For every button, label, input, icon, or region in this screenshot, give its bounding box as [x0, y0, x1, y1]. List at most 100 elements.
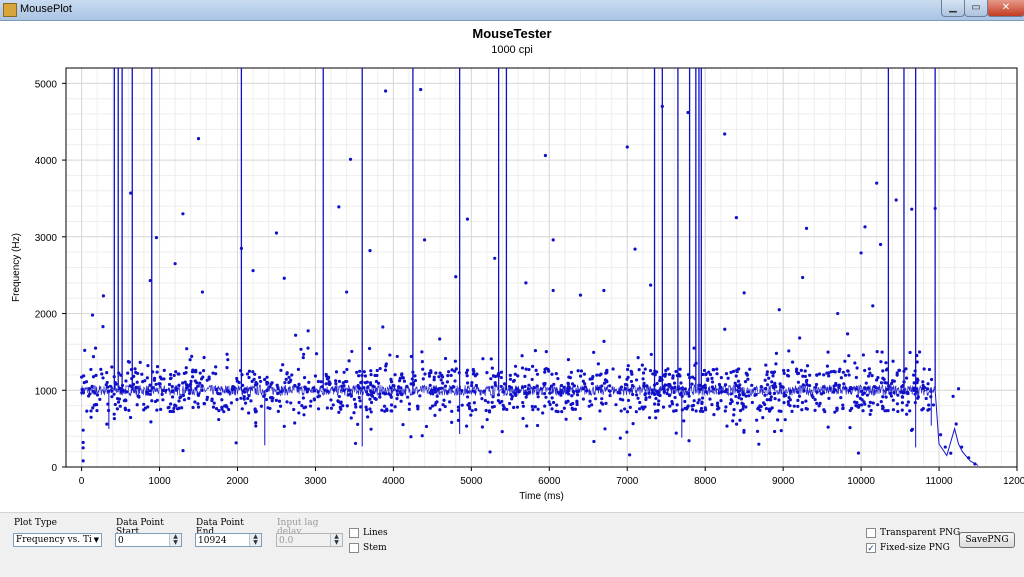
- data-point: [535, 372, 540, 376]
- data-point: [742, 291, 746, 295]
- data-point: [162, 377, 166, 381]
- data-point: [422, 238, 427, 242]
- data-point: [560, 409, 564, 414]
- end-spinner-icon[interactable]: ▲ ▼: [249, 534, 261, 546]
- data-point: [505, 407, 509, 412]
- data-point: [177, 406, 181, 410]
- data-point: [255, 382, 259, 386]
- data-point: [715, 367, 719, 371]
- data-point: [406, 395, 410, 399]
- data-point: [167, 382, 172, 387]
- data-point: [790, 360, 795, 364]
- data-point: [556, 410, 560, 414]
- data-point: [413, 378, 418, 383]
- data-point: [380, 408, 384, 412]
- data-point: [117, 397, 122, 401]
- data-point: [452, 385, 456, 389]
- data-point: [822, 373, 826, 377]
- data-point: [690, 382, 694, 386]
- data-point: [362, 370, 366, 374]
- data-point: [301, 355, 305, 360]
- data-point: [81, 428, 85, 432]
- data-point: [81, 446, 85, 450]
- data-point: [420, 434, 424, 438]
- save-png-button[interactable]: SavePNG: [959, 532, 1015, 548]
- data-point: [251, 370, 255, 374]
- data-point: [225, 352, 229, 356]
- data-point: [536, 395, 540, 399]
- data-point: [764, 363, 768, 367]
- data-point-start-input[interactable]: 0 ▲ ▼: [115, 533, 182, 547]
- transparent-png-checkbox[interactable]: [866, 528, 876, 538]
- x-axis-label: Time (ms): [519, 491, 564, 502]
- data-point: [636, 356, 640, 360]
- data-point: [939, 433, 943, 437]
- data-point: [805, 407, 809, 411]
- data-point: [818, 401, 822, 406]
- x-tick-label: 6000: [538, 476, 561, 487]
- data-point: [334, 370, 339, 374]
- data-point: [931, 403, 936, 407]
- data-point: [435, 394, 439, 398]
- data-point: [725, 424, 729, 428]
- data-point: [867, 367, 871, 371]
- data-point: [871, 401, 875, 405]
- x-tick-label: 7000: [616, 476, 639, 487]
- data-point: [900, 395, 904, 399]
- data-point: [93, 346, 98, 350]
- data-point: [253, 410, 258, 414]
- data-point: [891, 408, 896, 412]
- data-point: [827, 396, 831, 401]
- data-point: [152, 376, 157, 380]
- data-point: [368, 407, 372, 411]
- fixed-size-png-checkbox[interactable]: ✓: [866, 543, 876, 553]
- data-point: [839, 396, 843, 400]
- data-point: [710, 376, 714, 380]
- data-point: [101, 294, 106, 298]
- data-point: [254, 424, 258, 428]
- data-point: [378, 366, 382, 371]
- data-point: [664, 368, 668, 373]
- start-spinner-icon[interactable]: ▲ ▼: [169, 534, 181, 546]
- data-point: [324, 382, 328, 386]
- data-point: [250, 379, 254, 383]
- data-point: [803, 369, 807, 373]
- data-point: [533, 349, 538, 353]
- data-point: [723, 132, 727, 136]
- data-point: [734, 216, 738, 220]
- data-point: [868, 400, 872, 404]
- stem-checkbox[interactable]: [349, 543, 359, 553]
- data-point: [870, 373, 874, 378]
- data-point-end-input[interactable]: 10924 ▲ ▼: [195, 533, 262, 547]
- input-lag-input[interactable]: 0.0 ▲ ▼: [276, 533, 343, 547]
- data-point: [470, 383, 474, 388]
- data-point: [385, 408, 389, 412]
- data-point: [905, 412, 909, 416]
- data-point: [198, 371, 202, 375]
- data-point: [777, 308, 781, 312]
- data-point: [596, 362, 600, 366]
- data-point: [259, 404, 264, 408]
- data-point: [604, 401, 608, 405]
- lines-checkbox[interactable]: [349, 528, 359, 538]
- data-point: [302, 376, 307, 380]
- data-point: [82, 374, 86, 378]
- data-point: [235, 376, 239, 381]
- data-point: [692, 346, 696, 350]
- data-point: [904, 367, 908, 371]
- data-point-end-value: 10924: [198, 536, 227, 546]
- data-point: [368, 381, 373, 385]
- data-point: [349, 416, 353, 420]
- data-point: [912, 373, 916, 377]
- data-point: [249, 399, 253, 403]
- data-point: [366, 393, 371, 397]
- data-point: [398, 376, 402, 380]
- data-point: [113, 402, 117, 407]
- data-point: [741, 407, 745, 411]
- data-point: [590, 403, 594, 407]
- data-point: [924, 396, 928, 401]
- plot-type-select[interactable]: Frequency vs. Ti ▼: [13, 533, 102, 547]
- lag-spinner-icon[interactable]: ▲ ▼: [330, 534, 342, 546]
- data-point: [176, 372, 180, 376]
- plot-type-label: Plot Type: [14, 518, 58, 528]
